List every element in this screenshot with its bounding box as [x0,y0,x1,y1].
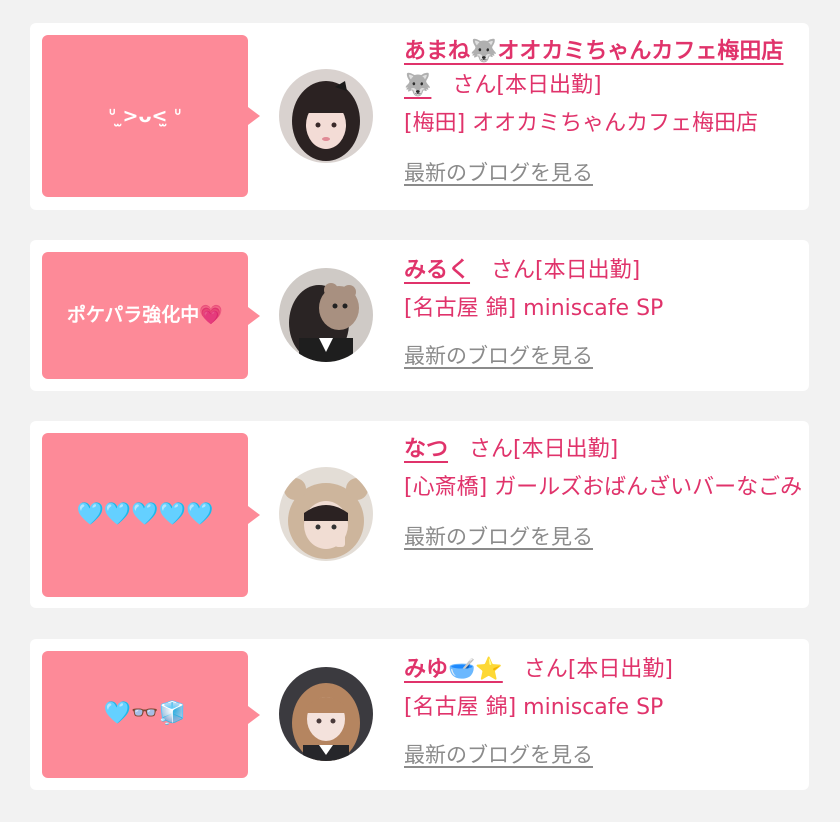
attendance-status: [本日出勤] [496,73,602,98]
avatar[interactable] [279,667,373,761]
comment-text: ᐡ ̫>ᴗ<̫ ᐡ [108,104,182,127]
profile-photo-icon [279,268,373,362]
comment-text: 🩵🩵🩵🩵🩵 [76,501,214,527]
honorific: さん [491,258,536,283]
name-line: みゆ🥣⭐️ さん[本日出勤] [404,653,804,687]
attendance-status: [本日出勤] [513,437,619,462]
cast-info: あまね🐺オオカミちゃんカフェ梅田店🐺 さん[本日出勤] [梅田] オオカミちゃん… [404,35,804,187]
avatar[interactable] [279,467,373,561]
avatar[interactable] [279,69,373,163]
cast-card: ポケパラ強化中💗 みるく さん[本日出勤] [名古屋 錦] miniscafe … [30,240,809,391]
comment-text: ポケパラ強化中💗 [67,304,223,327]
attendance-status: [本日出勤] [567,657,673,682]
latest-blog-link[interactable]: 最新のブログを見る [404,344,593,368]
blog-link-row: 最新のブログを見る [404,157,804,187]
shop-name: [梅田] オオカミちゃんカフェ梅田店 [404,111,759,136]
comment-text: 🩵👓🧊 [103,701,187,727]
cast-card: 🩵👓🧊 みゆ🥣⭐️ さん[本日出勤] [名古屋 錦] miniscafe SP [30,639,809,790]
honorific: さん [523,657,568,682]
name-line: なつ さん[本日出勤] [404,433,804,467]
cast-info: みるく さん[本日出勤] [名古屋 錦] miniscafe SP 最新のブログ… [404,254,804,370]
latest-blog-link[interactable]: 最新のブログを見る [404,525,593,549]
blog-link-row: 最新のブログを見る [404,521,804,551]
blog-link-row: 最新のブログを見る [404,739,804,769]
latest-blog-link[interactable]: 最新のブログを見る [404,743,593,767]
comment-bubble: 🩵👓🧊 [42,651,260,778]
cast-name-link[interactable]: なつ [404,437,448,462]
shop-name: [名古屋 錦] miniscafe SP [404,296,664,321]
name-line: みるく さん[本日出勤] [404,254,804,288]
avatar[interactable] [279,268,373,362]
latest-blog-link[interactable]: 最新のブログを見る [404,161,593,185]
profile-photo-icon [279,667,373,761]
attendance-status: [本日出勤] [535,258,641,283]
honorific: さん [452,73,497,98]
cast-name-link[interactable]: みるく [404,258,470,283]
cast-card: ᐡ ̫>ᴗ<̫ ᐡ あまね🐺オオカミちゃんカフェ梅田店🐺 さん[本日出勤] [梅… [30,23,809,210]
cast-card: 🩵🩵🩵🩵🩵 なつ さん[本日出勤] [心斎橋] ガールズおばんざいバーなごみ 最… [30,421,809,608]
cast-info: なつ さん[本日出勤] [心斎橋] ガールズおばんざいバーなごみ 最新のブログを… [404,433,804,551]
profile-photo-icon [279,467,373,561]
cast-name-link[interactable]: みゆ🥣⭐️ [404,657,503,682]
honorific: さん [469,437,514,462]
comment-bubble: 🩵🩵🩵🩵🩵 [42,433,260,597]
blog-link-row: 最新のブログを見る [404,340,804,370]
cast-list: ᐡ ̫>ᴗ<̫ ᐡ あまね🐺オオカミちゃんカフェ梅田店🐺 さん[本日出勤] [梅… [0,0,840,822]
shop-name: [心斎橋] ガールズおばんざいバーなごみ [404,475,803,500]
name-line: あまね🐺オオカミちゃんカフェ梅田店🐺 さん[本日出勤] [404,35,804,103]
cast-info: みゆ🥣⭐️ さん[本日出勤] [名古屋 錦] miniscafe SP 最新のブ… [404,653,804,769]
profile-photo-icon [279,69,373,163]
shop-name: [名古屋 錦] miniscafe SP [404,695,664,720]
comment-bubble: ᐡ ̫>ᴗ<̫ ᐡ [42,35,260,197]
comment-bubble: ポケパラ強化中💗 [42,252,260,379]
